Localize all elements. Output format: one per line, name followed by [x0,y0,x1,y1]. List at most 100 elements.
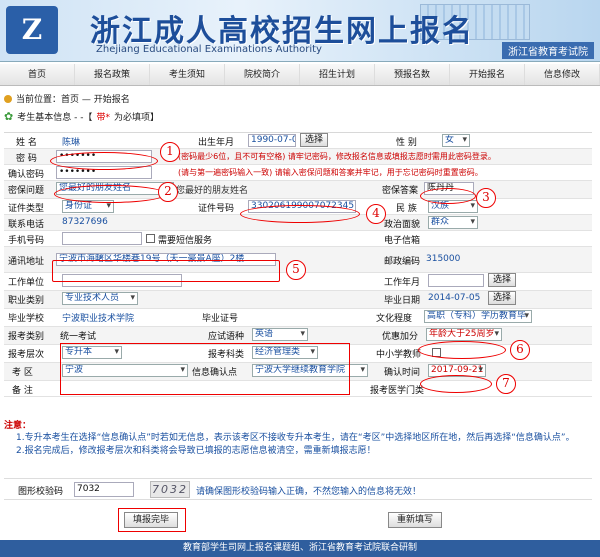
question-text: 您最好的朋友姓名 [176,186,249,196]
label-answer: 密保答案 [382,186,419,196]
marker-1: 1 [160,142,180,162]
breadcrumb: 当前位置：首页 — 开始报名 [4,92,130,105]
marker-2: 2 [158,182,178,202]
workyear-input[interactable] [428,274,484,287]
submit-button[interactable]: 填报完毕 [124,512,179,528]
value-name: 陈琳 [62,138,81,148]
label-birth: 出生年月 [198,138,235,148]
marker-7: 7 [496,374,516,394]
authority-logo: Z [6,6,58,54]
registration-form: 姓 名 陈琳 出生年月 1990-07-06 选择 性 别 女 密 码 ••••… [4,132,592,397]
row-mobile: 手机号码 需要短信服务 电子信箱 [4,231,592,247]
label-idno: 证件号码 [198,204,235,214]
phone-value: 87327696 [62,217,108,227]
examtype-value: 统一考试 [60,332,97,342]
captcha-hint: 请确保图形校验码输入正确，不然您输入的信息将无效！ [196,487,422,497]
nav-register[interactable]: 开始报名 [450,64,525,85]
label-mobile: 手机号码 [8,236,45,246]
birth-select-button[interactable]: 选择 [300,133,329,147]
label-certno: 毕业证号 [202,314,239,324]
captcha-image: 7032 [150,481,190,498]
captcha-row: 图形校验码 7032 7032 请确保图形校验码输入正确，不然您输入的信息将无效… [4,478,592,500]
label-postcode: 邮政编码 [384,257,421,267]
sms-checkbox[interactable] [146,234,155,243]
annotation-box-address [52,260,280,282]
annotation-box-exam [60,343,350,395]
workyear-select-button[interactable]: 选择 [488,273,517,287]
site-subtitle: Zhejiang Educational Examinations Author… [96,44,322,55]
sms-label: 需要短信服务 [158,236,213,246]
nav-home[interactable]: 首页 [0,64,75,85]
birth-input[interactable]: 1990-07-06 [248,134,296,147]
annotation-ring-password [50,152,158,170]
label-address: 通讯地址 [8,257,45,267]
graddate-value: 2014-07-05 [428,293,481,303]
label-confirm: 确认密码 [8,170,45,180]
politics-select[interactable]: 群众 [428,216,478,229]
note-item-1: 1.专升本考生在选择“信息确认点”时若如无信息，表示该考区不接收专升本考生，请在… [16,433,575,443]
marker-5: 5 [286,260,306,280]
label-edu: 文化程度 [376,314,413,324]
nav-modify[interactable]: 信息修改 [525,64,600,85]
required-star: 带* [96,113,110,123]
label-question: 密保问题 [8,186,45,196]
marker-3: 3 [476,188,496,208]
label-medical: 报考医学门类 [370,386,425,396]
note-item-2: 2.报名完成后，修改报考层次和科类将会导致已填报的志愿信息被清空，需重新填报志愿… [16,446,376,456]
label-workyear: 工作年月 [384,278,421,288]
leaf-icon: ✿ [4,110,14,123]
main-nav: 首页 报名政策 考生须知 院校简介 招生计划 预报名数 开始报名 信息修改 [0,64,600,86]
edu-select[interactable]: 高职（专科）学历教育毕 [424,310,532,323]
notes-title: 注意： [4,421,32,431]
label-politics: 政治面貌 [384,220,421,230]
bonus-select[interactable]: 年龄大于25周岁 [426,328,502,341]
mobile-input[interactable] [62,232,142,245]
label-teacher: 中小学教师 [376,350,422,360]
marker-6: 6 [510,340,530,360]
gender-select[interactable]: 女 [442,134,470,147]
label-gender: 性 别 [396,138,417,148]
label-lang: 应试语种 [208,332,245,342]
school-value: 宁波职业技术学院 [62,314,135,324]
nav-prereg[interactable]: 预报名数 [375,64,450,85]
label-confirmtime: 确认时间 [384,368,421,378]
password-hint: (密码最少6位，且不可有空格) 请牢记密码，修改报名信息或填报志愿时需用此密码登… [178,152,496,161]
annotation-ring-idno [240,205,360,223]
section-prefix: 考生基本信息 - -【 [17,113,93,123]
postcode-value: 315000 [426,254,461,264]
annotation-ring-confirmtime [420,375,492,393]
label-captcha: 图形校验码 [18,487,64,497]
label-name: 姓 名 [16,138,37,148]
nav-plan[interactable]: 招生计划 [300,64,375,85]
label-level: 报考层次 [8,350,45,360]
row-name: 姓 名 陈琳 出生年月 1990-07-06 选择 性 别 女 [4,133,592,149]
label-email: 电子信箱 [384,236,421,246]
annotation-ring-bonus [418,341,506,359]
job-select[interactable]: 专业技术人员 [62,292,138,305]
breadcrumb-text: 当前位置：首页 — 开始报名 [16,95,130,105]
section-title: ✿ 考生基本信息 - -【 带* 为必填项】 [4,110,159,123]
annotation-ring-question [54,185,166,203]
label-examtype: 报考类别 [8,332,45,342]
captcha-input[interactable]: 7032 [74,482,134,497]
reset-button[interactable]: 重新填写 [388,512,443,528]
nav-colleges[interactable]: 院校简介 [225,64,300,85]
label-nation: 民 族 [396,204,417,214]
label-graddate: 毕业日期 [384,296,421,306]
nav-notice[interactable]: 考生须知 [150,64,225,85]
graddate-select-button[interactable]: 选择 [488,291,517,305]
header-banner: Z 浙江成人高校招生网上报名 Zhejiang Educational Exam… [0,0,600,62]
nav-policy[interactable]: 报名政策 [75,64,150,85]
row-school: 毕业学校 宁波职业技术学院 毕业证号 文化程度 高职（专科）学历教育毕 [4,309,592,327]
notes-body: 1.专升本考生在选择“信息确认点”时若如无信息，表示该考区不接收专升本考生，请在… [16,432,576,458]
label-idtype: 证件类型 [8,204,45,214]
confirm-hint: (请与第一遍密码输入一致) 请输入密保问题和答案并牢记，用于忘记密码时重置密码。 [178,168,483,177]
footer: 教育部学生司网上报名课题组、浙江省教育考试院联合研制 [0,540,600,557]
section-suffix: 为必填项】 [113,113,159,123]
lang-select[interactable]: 英语 [252,328,308,341]
label-bonus: 优惠加分 [382,332,419,342]
location-dot-icon [4,94,12,103]
label-area: 考 区 [12,368,33,378]
label-school: 毕业学校 [8,314,45,324]
label-remark: 备 注 [12,386,33,396]
